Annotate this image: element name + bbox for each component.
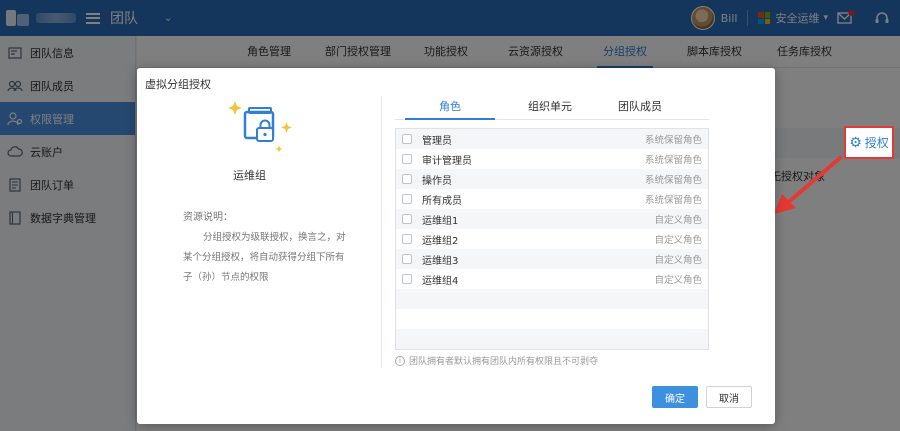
confirm-button[interactable]: 确定 (652, 386, 698, 408)
cancel-button[interactable]: 取消 (706, 386, 752, 408)
empty-row (396, 309, 708, 329)
role-list: 管理员 系统保留角色 审计管理员 系统保留角色 操作员 系统保留角色 所有成员 系统保留… (395, 128, 709, 350)
list-item[interactable]: 操作员 系统保留角色 (396, 169, 708, 189)
resource-description-label: 资源说明： (183, 212, 233, 223)
resource-description-text: 分组授权为级联授权，换言之，对某个分组授权，将自动获得分组下所有子（孙）节点的权… (183, 232, 346, 283)
checkbox[interactable] (402, 274, 412, 284)
checkbox[interactable] (402, 174, 412, 184)
authorization-target-tabs: 角色 组织单元 团队成员 (395, 96, 709, 120)
checkbox[interactable] (402, 194, 412, 204)
tab-role[interactable]: 角色 (405, 96, 495, 120)
checkbox[interactable] (402, 254, 412, 264)
authorize-label: 授权 (864, 136, 889, 150)
owner-permission-note: i 团队拥有者默认拥有团队内所有权限且不可剥夺 (395, 354, 598, 367)
gear-icon: ⚙ (849, 134, 862, 151)
checkbox[interactable] (402, 134, 412, 144)
list-item[interactable]: 审计管理员 系统保留角色 (396, 149, 708, 169)
list-item[interactable]: 运维组1 自定义角色 (396, 209, 708, 229)
list-item[interactable]: 运维组2 自定义角色 (396, 229, 708, 249)
group-name: 运维组 (233, 169, 266, 182)
list-item[interactable]: 运维组4 自定义角色 (396, 269, 708, 289)
checkbox[interactable] (402, 214, 412, 224)
empty-row (396, 289, 708, 309)
group-folder-lock-icon (228, 101, 292, 153)
annotation-arrow-icon (774, 156, 842, 214)
dialog-title: 虚拟分组授权 (145, 78, 211, 91)
list-item[interactable]: 运维组3 自定义角色 (396, 249, 708, 269)
checkbox[interactable] (402, 234, 412, 244)
info-icon: i (395, 355, 405, 366)
empty-row (396, 329, 708, 349)
divider (381, 96, 382, 368)
list-item[interactable]: 所有成员 系统保留角色 (396, 189, 708, 209)
authorize-button[interactable]: ⚙ 授权 (844, 126, 894, 159)
list-item[interactable]: 管理员 系统保留角色 (396, 129, 708, 149)
tab-team-members[interactable]: 团队成员 (595, 96, 685, 120)
checkbox[interactable] (402, 154, 412, 164)
tab-organization-unit[interactable]: 组织单元 (505, 96, 595, 120)
virtual-group-authorization-dialog: 虚拟分组授权 运维组 资源说明： 分组授权为级联授权，换言之，对某个分组授权，将… (137, 68, 775, 424)
